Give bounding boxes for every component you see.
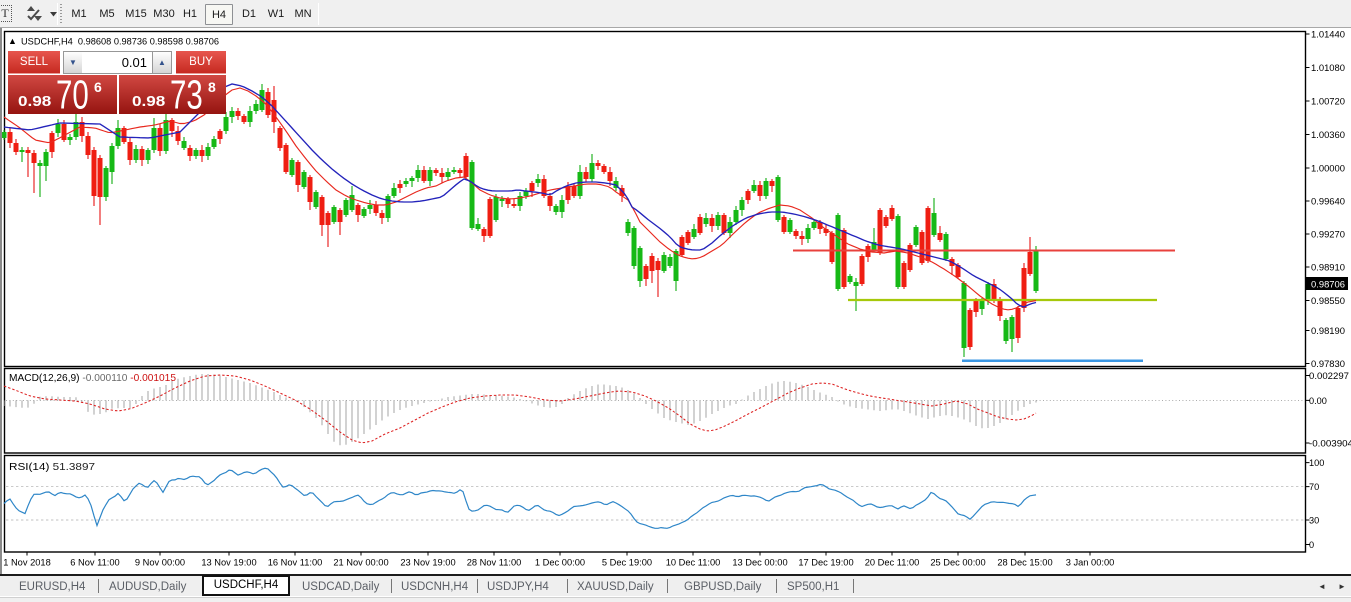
svg-text:100: 100 [1309, 458, 1324, 468]
svg-text:23 Nov 19:00: 23 Nov 19:00 [400, 558, 455, 568]
svg-text:5 Dec 19:00: 5 Dec 19:00 [602, 558, 652, 568]
svg-text:0.98190: 0.98190 [1311, 326, 1345, 336]
svg-text:9 Nov 00:00: 9 Nov 00:00 [135, 558, 185, 568]
svg-text:28 Dec 15:00: 28 Dec 15:00 [997, 558, 1052, 568]
svg-text:1.00720: 1.00720 [1311, 96, 1345, 106]
svg-text:21 Nov 00:00: 21 Nov 00:00 [333, 558, 388, 568]
svg-text:0.97830: 0.97830 [1311, 359, 1345, 369]
svg-text:70: 70 [1309, 482, 1319, 492]
svg-text:13 Nov 19:00: 13 Nov 19:00 [201, 558, 256, 568]
svg-text:0.98550: 0.98550 [1311, 296, 1345, 306]
svg-text:6 Nov 11:00: 6 Nov 11:00 [70, 558, 119, 568]
svg-text:0.99640: 0.99640 [1311, 196, 1345, 206]
svg-text:0: 0 [1309, 540, 1314, 550]
svg-text:25 Dec 00:00: 25 Dec 00:00 [930, 558, 985, 568]
svg-text:10 Dec 11:00: 10 Dec 11:00 [666, 558, 721, 568]
svg-text:17 Dec 19:00: 17 Dec 19:00 [798, 558, 853, 568]
svg-text:MACD(12,26,9) -0.000110 -0.001: MACD(12,26,9) -0.000110 -0.001015 [9, 373, 176, 384]
svg-text:1.01080: 1.01080 [1311, 63, 1345, 73]
svg-text:20 Dec 11:00: 20 Dec 11:00 [865, 558, 920, 568]
svg-text:3 Jan 00:00: 3 Jan 00:00 [1066, 558, 1115, 568]
svg-text:1 Nov 2018: 1 Nov 2018 [3, 558, 51, 568]
svg-text:0.98706: 0.98706 [1311, 279, 1345, 289]
svg-text:0.002297: 0.002297 [1309, 371, 1349, 381]
svg-text:0.99270: 0.99270 [1311, 229, 1345, 239]
svg-text:USDCHF,H4 0.98608 0.98736 0.9: USDCHF,H4 0.98608 0.98736 0.98598 0.9870… [21, 37, 219, 48]
svg-text:1 Dec 00:00: 1 Dec 00:00 [535, 558, 585, 568]
svg-text:28 Nov 11:00: 28 Nov 11:00 [467, 558, 522, 568]
svg-text:1.01440: 1.01440 [1311, 29, 1345, 39]
svg-text:1.00000: 1.00000 [1311, 163, 1345, 173]
svg-text:-0.003904: -0.003904 [1309, 439, 1351, 449]
svg-text:1.00360: 1.00360 [1311, 130, 1345, 140]
svg-text:0.98910: 0.98910 [1311, 262, 1345, 272]
svg-text:16 Nov 11:00: 16 Nov 11:00 [268, 558, 323, 568]
svg-text:30: 30 [1309, 516, 1319, 526]
svg-text:0.00: 0.00 [1309, 396, 1327, 406]
svg-text:▲: ▲ [8, 36, 17, 46]
svg-text:13 Dec 00:00: 13 Dec 00:00 [732, 558, 787, 568]
svg-text:RSI(14) 51.3897: RSI(14) 51.3897 [9, 462, 95, 473]
